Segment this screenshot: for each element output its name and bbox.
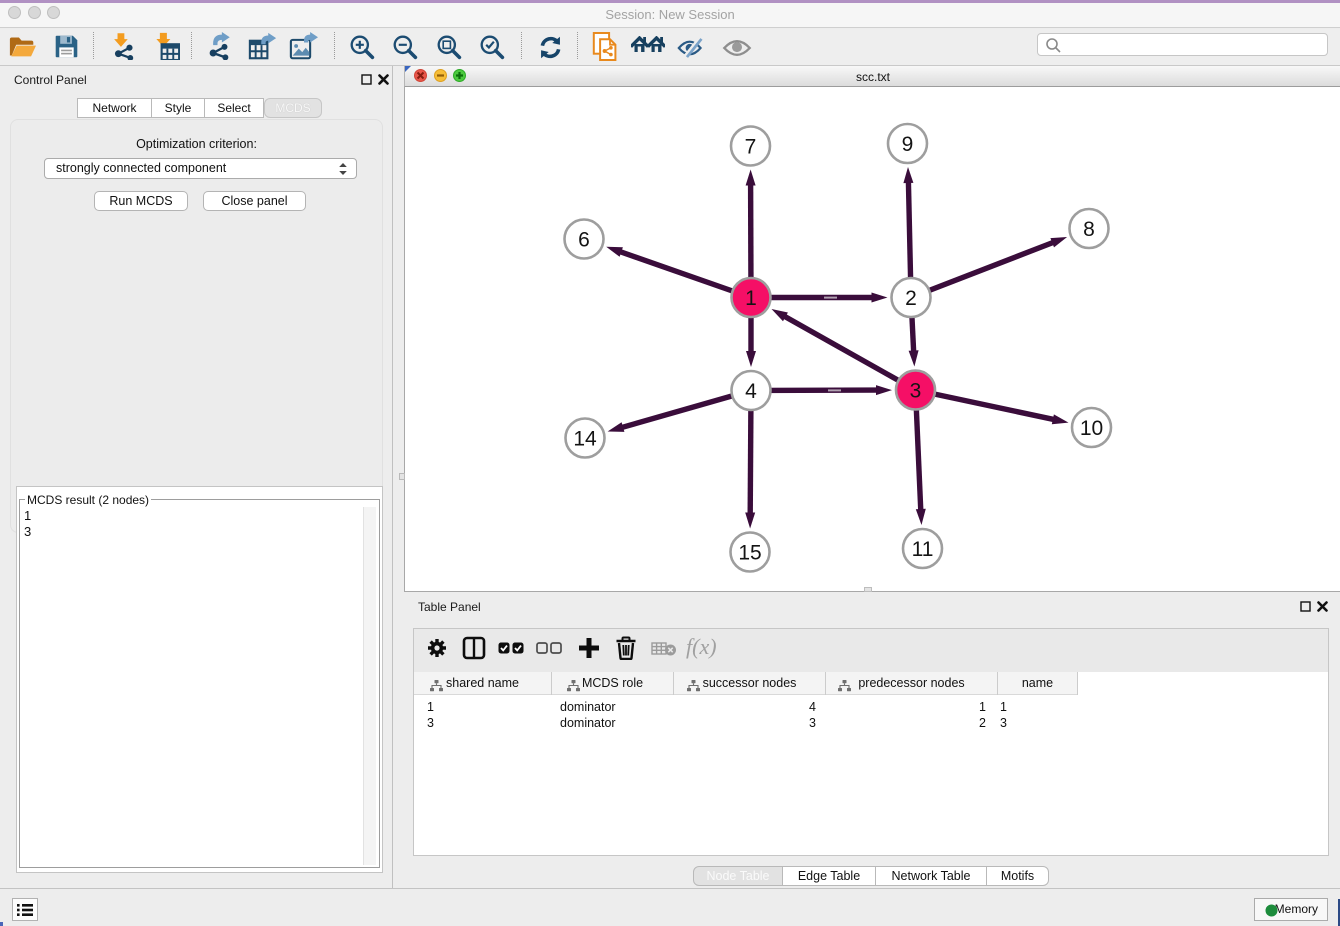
svg-text:14: 14 bbox=[573, 428, 597, 451]
svg-text:3: 3 bbox=[910, 380, 922, 403]
svg-text:6: 6 bbox=[578, 229, 590, 252]
svg-text:9: 9 bbox=[902, 133, 914, 156]
svg-text:10: 10 bbox=[1080, 417, 1103, 440]
svg-text:1: 1 bbox=[745, 287, 757, 310]
svg-text:8: 8 bbox=[1083, 218, 1095, 241]
svg-text:7: 7 bbox=[745, 136, 757, 159]
svg-text:15: 15 bbox=[738, 542, 761, 565]
svg-text:11: 11 bbox=[912, 538, 934, 561]
svg-text:4: 4 bbox=[745, 380, 757, 403]
svg-text:2: 2 bbox=[905, 287, 917, 310]
